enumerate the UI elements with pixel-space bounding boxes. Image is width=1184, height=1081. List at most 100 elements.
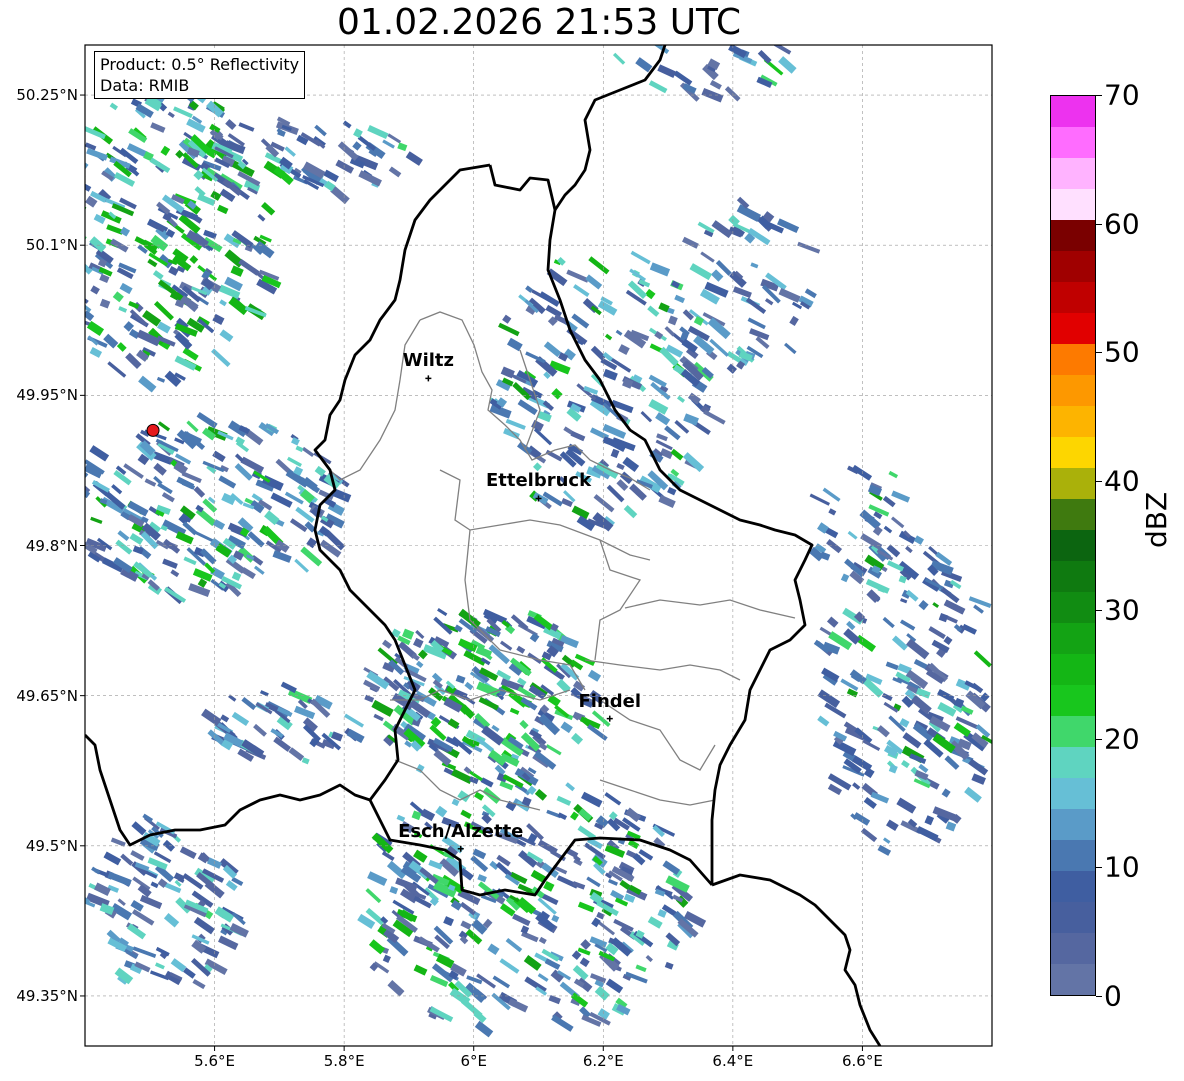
echo-pixel — [460, 809, 472, 819]
echo-pixel — [225, 119, 237, 131]
echo-pixel — [323, 169, 339, 183]
echo-pixel — [150, 122, 166, 133]
echo-pixel — [846, 620, 856, 631]
echo-pixel — [711, 220, 733, 239]
colorbar-swatch — [1051, 406, 1095, 437]
echo-pixel — [731, 21, 747, 34]
echo-pixel — [670, 448, 684, 461]
colorbar — [1050, 95, 1096, 996]
echo-pixel — [193, 486, 206, 498]
echo-pixel — [819, 551, 831, 561]
lat-label: 49.65°N — [16, 686, 78, 705]
echo-pixel — [50, 227, 65, 235]
echo-pixel — [474, 791, 485, 801]
echo-pixel — [516, 645, 526, 654]
echo-pixel — [791, 301, 803, 310]
echo-pixel — [413, 964, 428, 976]
echo-pixel — [605, 978, 624, 994]
echo-pixel — [630, 250, 651, 265]
echo-pixel — [882, 495, 896, 508]
echo-pixel — [220, 714, 230, 723]
echo-pixel — [247, 531, 265, 548]
echo-pixel — [85, 295, 92, 313]
echo-pixel — [510, 614, 529, 631]
echo-pixel — [287, 456, 302, 468]
colorbar-swatch — [1051, 499, 1095, 530]
echo-pixel — [852, 782, 861, 790]
echo-pixel — [655, 439, 673, 451]
echo-pixel — [48, 222, 66, 236]
echo-pixel — [74, 470, 84, 480]
echo-pixel — [103, 851, 122, 866]
echo-pixel — [658, 494, 676, 508]
echo-pixel — [131, 909, 155, 926]
echo-pixel — [261, 201, 276, 216]
colorbar-tick — [1096, 481, 1102, 483]
echo-pixel — [495, 861, 513, 878]
echo-pixel — [924, 815, 935, 826]
echo-pixel — [817, 715, 830, 727]
echo-pixel — [358, 170, 382, 187]
echo-pixel — [560, 721, 573, 734]
echo-pixel — [883, 837, 891, 844]
colorbar-swatch — [1051, 964, 1095, 995]
colorbar-swatch — [1051, 344, 1095, 375]
echo-pixel — [905, 545, 913, 554]
colorbar-tick — [1096, 867, 1102, 869]
echo-pixel — [389, 886, 399, 895]
echo-pixel — [437, 608, 448, 617]
echo-pixel — [891, 490, 911, 503]
echo-pixel — [900, 619, 916, 631]
echo-pixel — [85, 255, 86, 270]
colorbar-swatch — [1051, 220, 1095, 251]
echo-pixel — [551, 388, 563, 400]
colorbar-tick — [1096, 352, 1102, 354]
echo-pixel — [219, 329, 234, 343]
echo-pixel — [352, 141, 362, 151]
colorbar-swatch — [1051, 313, 1095, 344]
echo-pixel — [573, 284, 590, 298]
echo-pixel — [789, 315, 799, 326]
echo-pixel — [164, 370, 182, 387]
echo-pixel — [59, 496, 77, 511]
echo-pixel — [862, 739, 881, 752]
echo-pixel — [211, 348, 231, 368]
echo-pixel — [59, 491, 76, 505]
echo-pixel — [676, 395, 686, 403]
echo-pixel — [157, 421, 171, 432]
echo-pixel — [647, 305, 660, 317]
echo-pixel — [607, 878, 618, 886]
colorbar-swatch — [1051, 685, 1095, 716]
echo-pixel — [272, 550, 292, 563]
echo-pixel — [107, 871, 132, 887]
echo-pixel — [116, 342, 127, 352]
echo-pixel — [656, 433, 668, 442]
echo-pixel — [182, 347, 199, 361]
echo-pixel — [551, 1014, 574, 1032]
echo-pixel — [474, 1020, 494, 1038]
echo-pixel — [413, 637, 424, 649]
echo-pixel — [306, 537, 318, 549]
colorbar-swatch — [1051, 871, 1095, 902]
echo-pixel — [295, 445, 304, 453]
echo-pixel — [127, 923, 147, 940]
echo-pixel — [217, 204, 229, 215]
echo-pixel — [164, 586, 187, 603]
echo-pixel — [179, 846, 197, 859]
echo-pixel — [882, 616, 895, 629]
echo-pixel — [586, 876, 601, 888]
echo-pixel — [640, 410, 653, 423]
echo-pixel — [219, 299, 227, 307]
echo-pixel — [118, 306, 128, 313]
echo-pixel — [294, 558, 310, 573]
colorbar-swatch — [1051, 127, 1095, 158]
echo-pixel — [689, 263, 713, 281]
echo-pixel — [291, 437, 300, 446]
colorbar-swatch — [1051, 809, 1095, 840]
echo-pixel — [397, 142, 408, 152]
reflectivity-layer — [48, 21, 992, 1038]
echo-pixel — [301, 446, 315, 457]
echo-pixel — [156, 376, 166, 383]
echo-pixel — [85, 472, 86, 487]
echo-pixel — [913, 535, 924, 545]
